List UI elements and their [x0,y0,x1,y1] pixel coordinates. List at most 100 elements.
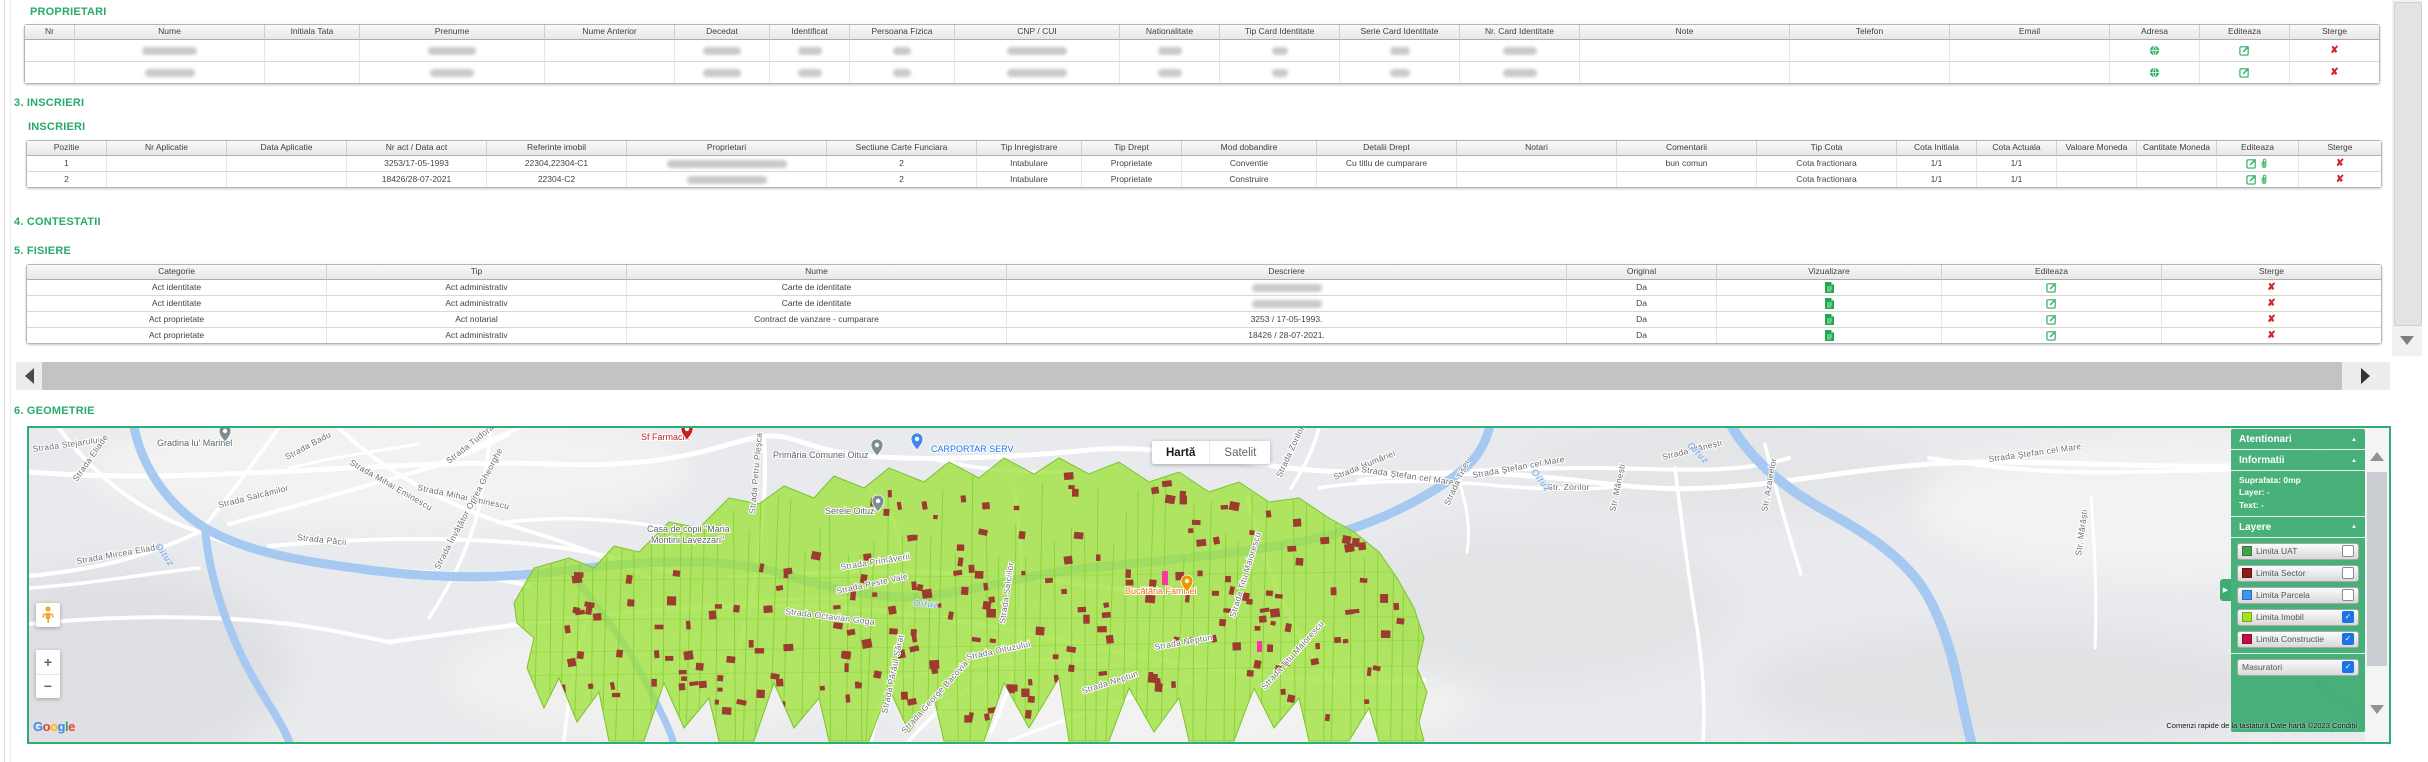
section-title-fisiere: 5. FISIERE [14,245,71,257]
cell: Da [1567,328,1717,343]
edit-icon[interactable] [2046,282,2057,293]
scroll-right-button[interactable] [2352,362,2378,390]
globe-icon[interactable] [2149,67,2160,78]
column-header: Tip Drept [1082,141,1182,156]
edit-icon[interactable] [2246,174,2257,185]
poi-label[interactable]: Primăria Comunei Oituz [773,450,869,460]
panel-section-atentionari[interactable]: Atentionari ▲ [2231,429,2365,449]
layer-checkbox[interactable]: ✓ [2342,661,2354,673]
cell [1120,40,1220,62]
cell [1007,296,1567,312]
scroll-left-button[interactable] [16,362,42,390]
column-header: Original [1567,265,1717,280]
layer-label: Limita UAT [2256,546,2297,556]
table-row[interactable]: ✘ [25,62,2379,83]
cell [955,40,1120,62]
delete-icon[interactable]: ✘ [2267,330,2275,341]
cell: Da [1567,280,1717,296]
horizontal-scrollbar[interactable] [16,362,2390,390]
column-header: Adresa [2110,25,2200,40]
redacted-value [1252,284,1322,292]
cell [675,62,770,83]
layer-label: Limita Imobil [2256,612,2304,622]
poi-label[interactable]: Montini Lavezzari" [651,535,724,545]
cell: 1 [27,156,107,172]
zoom-out-button[interactable]: − [36,675,60,699]
delete-icon[interactable]: ✘ [2330,45,2338,56]
layer-item-limita-constructie[interactable]: Limita Constructie✓ [2237,631,2359,648]
paperclip-icon[interactable] [2259,158,2269,169]
edit-icon[interactable] [2046,298,2057,309]
cell: Act notarial [327,312,627,328]
edit-icon[interactable] [2246,158,2257,169]
table-row[interactable]: ✘ [25,40,2379,62]
cell: Da [1567,296,1717,312]
cell [1220,62,1340,83]
column-header: Nr act / Data act [347,141,487,156]
document-icon[interactable] [1825,314,1834,325]
map-type-harta-button[interactable]: Hartă [1152,441,1209,464]
document-icon[interactable] [1825,330,1834,341]
redacted-value [893,47,911,55]
delete-icon[interactable]: ✘ [2267,298,2275,309]
panel-section-layere[interactable]: Layere ▲ [2231,517,2365,537]
layer-item-limita-sector[interactable]: Limita Sector [2237,565,2359,582]
table-row[interactable]: 13253/17-05-199322304,22304-C12Intabular… [27,156,2381,172]
vertical-scrollbar[interactable] [2392,0,2422,356]
layer-checkbox[interactable] [2342,589,2354,601]
panel-collapse-tab[interactable]: ▶ [2220,579,2231,601]
delete-icon[interactable]: ✘ [2330,67,2338,78]
edit-icon[interactable] [2239,67,2250,78]
panel-section-label: Informatii [2239,455,2285,466]
edit-icon[interactable] [2046,330,2057,341]
layer-item-limita-uat[interactable]: Limita UAT [2237,543,2359,560]
delete-icon[interactable]: ✘ [2267,282,2275,293]
layer-checkbox[interactable] [2342,545,2354,557]
scroll-down-button[interactable] [2392,328,2422,352]
cell [1007,280,1567,296]
map-vertical-scrollbar[interactable] [2365,428,2389,742]
layer-item-limita-parcela[interactable]: Limita Parcela [2237,587,2359,604]
layer-checkbox[interactable]: ✓ [2342,611,2354,623]
map-scrollbar-thumb[interactable] [2367,472,2387,666]
pegman-button[interactable] [36,603,60,627]
map-scroll-up-button[interactable] [2370,452,2384,461]
poi-label[interactable]: Serele Oituz [825,506,875,516]
zoom-in-button[interactable]: + [36,650,60,675]
layer-item-limita-imobil[interactable]: Limita Imobil ✓ [2237,609,2359,626]
poi-label[interactable]: CARPORTAR SERV [931,444,1014,454]
panel-section-informatii[interactable]: Informatii ▲ [2231,450,2365,470]
horizontal-scrollbar-thumb[interactable] [42,362,2342,390]
table-row[interactable]: 218426/28-07-202122304-C22IntabulareProp… [27,172,2381,187]
document-icon[interactable] [1825,282,1834,293]
layer-item-masuratori[interactable]: Masuratori✓ [2237,659,2359,676]
cell [2137,172,2217,187]
delete-icon[interactable]: ✘ [2267,314,2275,325]
map-type-satelit-button[interactable]: Satelit [1209,441,1270,464]
delete-icon[interactable]: ✘ [2336,158,2344,169]
layer-checkbox[interactable] [2342,567,2354,579]
table-row[interactable]: Act proprietateAct notarialContract de v… [27,312,2381,328]
edit-icon[interactable] [2046,314,2057,325]
table-row[interactable]: Act identitateAct administrativCarte de … [27,296,2381,312]
cell [1717,328,1942,343]
map-scroll-down-button[interactable] [2370,705,2384,714]
globe-icon[interactable] [2149,45,2160,56]
table-row[interactable]: Act identitateAct administrativCarte de … [27,280,2381,296]
table-row[interactable]: Act proprietateAct administrativ18426 / … [27,328,2381,343]
edit-icon[interactable] [2239,45,2250,56]
layer-checkbox[interactable]: ✓ [2342,633,2354,645]
paperclip-icon[interactable] [2259,174,2269,185]
cell: Act proprietate [27,312,327,328]
document-icon[interactable] [1825,298,1834,309]
column-header: Categorie [27,265,327,280]
poi-label[interactable]: Casa de copii "Maria [647,524,730,534]
delete-icon[interactable]: ✘ [2336,174,2344,185]
google-logo: Google [33,719,75,734]
header-row: CategorieTipNumeDescriereOriginalVizuali… [27,265,2381,280]
vertical-scrollbar-thumb[interactable] [2394,2,2422,326]
map-container[interactable]: Strada StejaruluiStrada EliadeStrada Mir… [27,426,2391,744]
map-canvas[interactable]: Strada StejaruluiStrada EliadeStrada Mir… [29,428,2389,742]
zoom-control: + − [36,650,60,698]
poi-label[interactable]: Gradina lu' Marinel [157,438,232,448]
